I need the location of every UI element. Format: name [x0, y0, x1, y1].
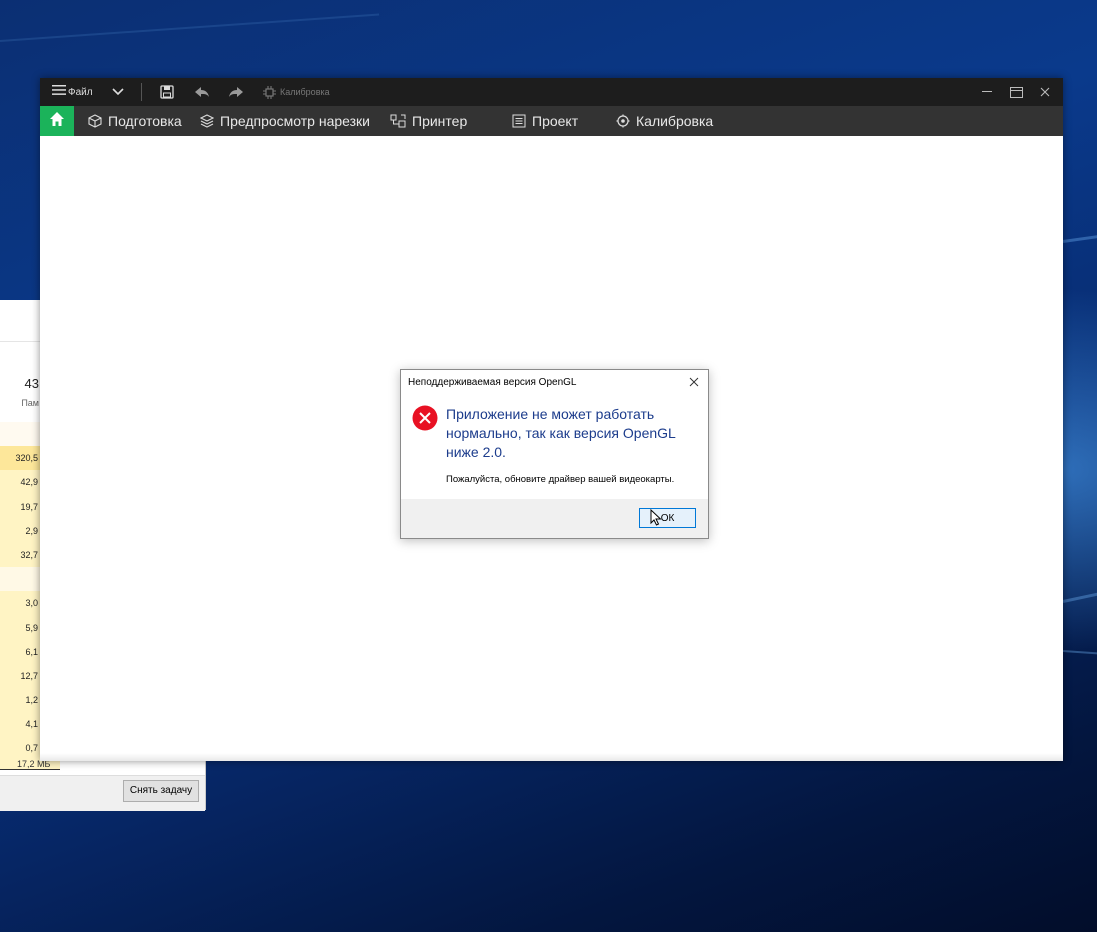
window-bottom-edge	[40, 753, 1063, 761]
window-title: Калибровка	[280, 87, 330, 97]
toolbar-separator	[141, 83, 142, 101]
memory-cell: 32,7	[0, 542, 40, 568]
mouse-cursor-icon	[650, 508, 662, 531]
memory-column: 320,5 42,9 19,7 2,9 32,7 3,0 5,9 6,1 12,7 1,2 4,1 0…	[0, 422, 40, 761]
tab-prepare-label: Подготовка	[108, 113, 182, 129]
memory-header-value: 43	[24, 376, 39, 391]
printer-icon	[390, 114, 406, 128]
memory-cell	[0, 422, 40, 447]
ok-button[interactable]: ОК	[639, 508, 696, 528]
memory-cell: 5,9	[0, 615, 40, 640]
memory-cell: 4,1	[0, 712, 40, 737]
project-icon	[512, 114, 526, 128]
maximize-button[interactable]	[1000, 78, 1032, 106]
home-button[interactable]	[40, 106, 74, 136]
chevron-down-icon[interactable]	[112, 78, 124, 106]
wallpaper-streak	[1062, 650, 1097, 655]
memory-cell: 42,9	[0, 470, 40, 495]
redo-icon[interactable]	[228, 78, 244, 106]
tab-slice-preview-label: Предпросмотр нарезки	[220, 113, 370, 129]
tab-project[interactable]: Проект	[512, 106, 578, 136]
tab-printer-label: Принтер	[412, 113, 468, 129]
layers-icon	[200, 114, 214, 128]
wallpaper-streak	[0, 13, 380, 42]
calibration-icon: Калибровка	[263, 78, 330, 106]
menu-icon	[52, 83, 66, 101]
memory-cell: 3,0	[0, 591, 40, 616]
tab-slice-preview[interactable]: Предпросмотр нарезки	[200, 106, 370, 136]
memory-cell: 1,2	[0, 688, 40, 713]
undo-icon[interactable]	[194, 78, 210, 106]
file-menu-button[interactable]: Файл	[52, 78, 93, 106]
save-icon[interactable]	[160, 78, 174, 106]
dialog-message: Приложение не может работать нормально, …	[446, 406, 676, 460]
memory-cell: 320,5	[0, 446, 40, 471]
close-button[interactable]	[1029, 78, 1061, 106]
calibration-icon	[616, 114, 630, 128]
minimize-button[interactable]	[971, 78, 1003, 106]
dialog-close-button[interactable]	[685, 374, 703, 392]
title-bar[interactable]: Файл Калибровка	[40, 78, 1063, 106]
memory-cell: 2,9	[0, 518, 40, 543]
tab-project-label: Проект	[532, 113, 579, 129]
close-icon	[689, 374, 699, 392]
dialog-hint: Пожалуйста, обновите драйвер вашей видео…	[446, 474, 675, 485]
memory-cell: 0,7	[0, 736, 40, 761]
wallpaper-streak	[1062, 591, 1097, 603]
memory-cell: 6,1	[0, 639, 40, 664]
memory-cell: 19,7	[0, 494, 40, 519]
cube-icon	[88, 114, 102, 128]
tab-calibration-label: Калибровка	[636, 113, 714, 129]
tab-prepare[interactable]: Подготовка	[88, 106, 182, 136]
home-icon	[49, 111, 65, 132]
opengl-error-dialog: Неподдерживаемая версия OpenGL Приложени…	[400, 369, 709, 539]
error-icon	[412, 405, 438, 436]
tab-calibration[interactable]: Калибровка	[616, 106, 713, 136]
main-tab-bar: Подготовка Предпросмотр нарезки Принтер …	[40, 106, 1063, 136]
file-menu-label: Файл	[68, 86, 93, 98]
memory-cell: 12,7	[0, 663, 40, 689]
wallpaper-streak	[1062, 234, 1097, 243]
end-task-button[interactable]: Снять задачу	[123, 780, 199, 802]
memory-header-label: Пам	[21, 398, 39, 408]
memory-cell	[0, 567, 40, 592]
dialog-title: Неподдерживаемая версия OpenGL	[408, 377, 577, 388]
tab-printer[interactable]: Принтер	[390, 106, 467, 136]
